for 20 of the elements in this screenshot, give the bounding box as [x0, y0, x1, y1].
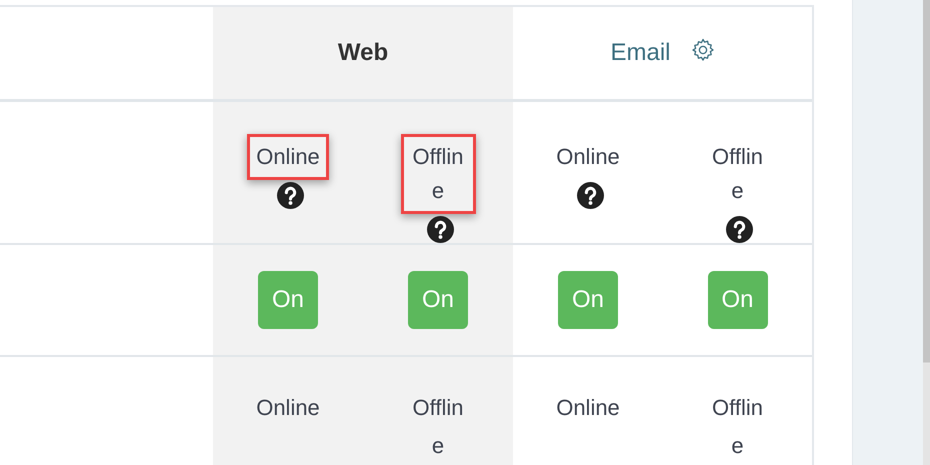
status-label: Offline	[711, 394, 764, 460]
toggle-button[interactable]: On	[558, 271, 618, 329]
column-title: Email	[610, 39, 670, 67]
column-title: Web	[338, 39, 388, 67]
status-label: Online	[256, 394, 320, 422]
status-label: Offline	[412, 394, 464, 460]
toggle-button[interactable]: On	[408, 271, 468, 329]
help-icon[interactable]	[726, 216, 753, 243]
settings-icon[interactable]	[690, 38, 714, 62]
status-label: Online	[256, 143, 320, 171]
status-label: Online	[556, 143, 620, 171]
help-icon[interactable]	[426, 216, 454, 243]
toggle-button[interactable]: On	[258, 271, 318, 329]
status-label: Online	[556, 394, 620, 422]
status-label: Offline	[711, 143, 764, 205]
scrollbar[interactable]	[923, 0, 930, 465]
toggle-button[interactable]: On	[708, 271, 768, 329]
help-icon[interactable]	[276, 182, 304, 209]
help-icon[interactable]	[576, 182, 604, 209]
status-label: Offline	[412, 143, 464, 205]
